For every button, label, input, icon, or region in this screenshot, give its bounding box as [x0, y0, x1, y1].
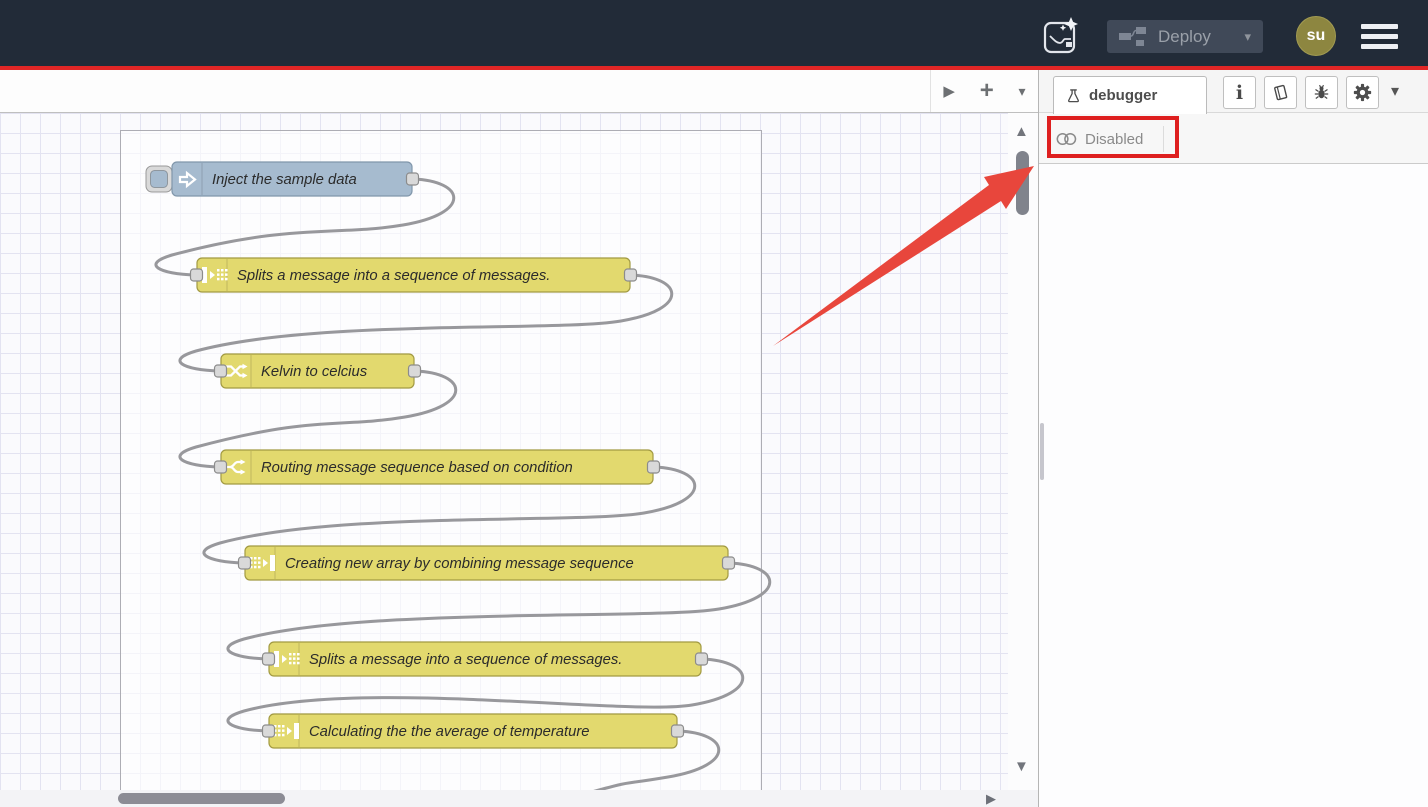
- flow-tab-bar: ▶ + ▾: [0, 70, 1038, 113]
- add-flow-icon[interactable]: +: [980, 81, 994, 101]
- user-avatar[interactable]: su: [1296, 16, 1336, 56]
- book-icon: [1272, 84, 1289, 101]
- gear-icon: [1353, 83, 1372, 102]
- deploy-label: Deploy: [1158, 27, 1211, 47]
- debugger-disabled-toggle[interactable]: Disabled: [1056, 124, 1164, 154]
- settings-button[interactable]: [1346, 76, 1379, 109]
- scroll-up-icon[interactable]: ▲: [1014, 123, 1029, 140]
- workspace: ▶ + ▾ ▲ ▼ Inject the sample dataSplits a…: [0, 70, 1038, 807]
- scroll-tabs-right-icon[interactable]: ▶: [943, 82, 955, 100]
- horizontal-scrollbar-thumb[interactable]: [118, 793, 285, 804]
- deploy-button[interactable]: Deploy ▾: [1107, 20, 1263, 53]
- flow-canvas[interactable]: ▲ ▼ Inject the sample dataSplits a messa…: [0, 113, 1038, 790]
- horizontal-scrollbar: ▶: [0, 790, 1038, 807]
- vertical-scrollbar-track: ▲ ▼: [1008, 113, 1038, 790]
- vertical-scrollbar-thumb[interactable]: [1016, 151, 1029, 215]
- flask-icon: [1066, 88, 1081, 104]
- flow-list-caret-icon[interactable]: ▾: [1019, 83, 1026, 100]
- main-menu-button[interactable]: [1361, 24, 1398, 52]
- sidebar-tab-label: debugger: [1089, 87, 1157, 104]
- tab-debugger[interactable]: debugger: [1053, 76, 1207, 114]
- sidebar-scrollbar-thumb[interactable]: [1040, 423, 1044, 480]
- info-button[interactable]: i: [1223, 76, 1256, 109]
- ai-flow-sparkle-icon: [1042, 14, 1080, 56]
- deploy-caret-icon[interactable]: ▾: [1234, 29, 1251, 45]
- toggle-icon: [1056, 131, 1077, 147]
- debug-button[interactable]: [1305, 76, 1338, 109]
- toolbar-separator: [1163, 126, 1164, 152]
- info-icon: i: [1236, 82, 1243, 104]
- node-red-app: Deploy ▾ su ▶ + ▾ ▲ ▼ Inject the: [0, 0, 1428, 807]
- sidebar-tab-row: debugger i: [1039, 70, 1428, 113]
- deploy-icon: [1119, 27, 1146, 47]
- scroll-right-icon[interactable]: ▶: [986, 791, 996, 807]
- bug-icon: [1313, 84, 1330, 101]
- ai-assistant-button[interactable]: [1042, 14, 1080, 56]
- hamburger-icon: [1361, 24, 1398, 29]
- debugger-toolbar: Disabled: [1039, 113, 1428, 164]
- avatar-initials: su: [1307, 27, 1326, 45]
- sidebar: debugger i: [1038, 70, 1428, 807]
- tab-bar-controls: ▶ + ▾: [930, 70, 1038, 112]
- sidebar-menu-caret[interactable]: ▾: [1391, 81, 1399, 101]
- docs-button[interactable]: [1264, 76, 1297, 109]
- scroll-down-icon[interactable]: ▼: [1014, 758, 1029, 775]
- debugger-content: [1039, 164, 1428, 807]
- disabled-label: Disabled: [1085, 131, 1143, 148]
- canvas-grid: [0, 113, 1008, 790]
- header-bar: Deploy ▾ su: [0, 0, 1428, 66]
